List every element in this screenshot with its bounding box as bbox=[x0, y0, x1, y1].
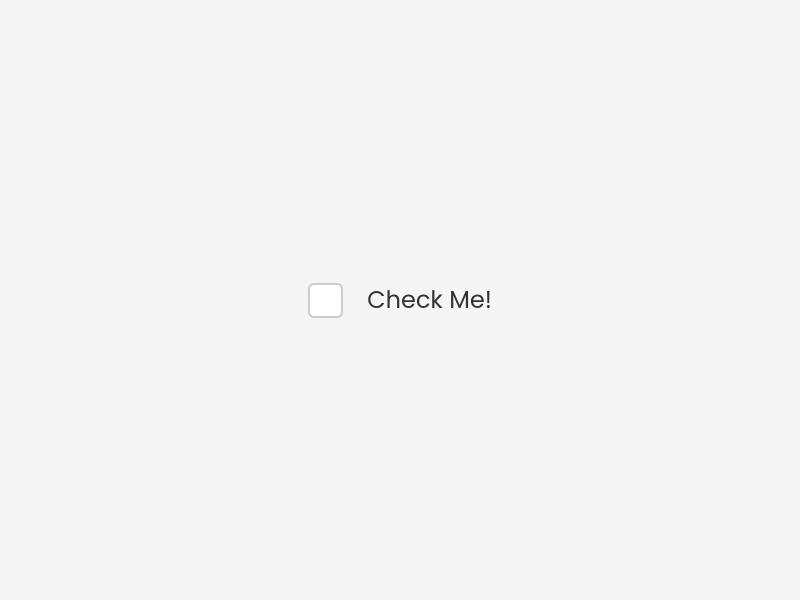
checkbox-label: Check Me! bbox=[367, 283, 492, 318]
checkbox-wrapper: Check Me! bbox=[308, 283, 492, 318]
checkbox[interactable] bbox=[308, 283, 343, 318]
checkmark-icon bbox=[312, 286, 340, 314]
